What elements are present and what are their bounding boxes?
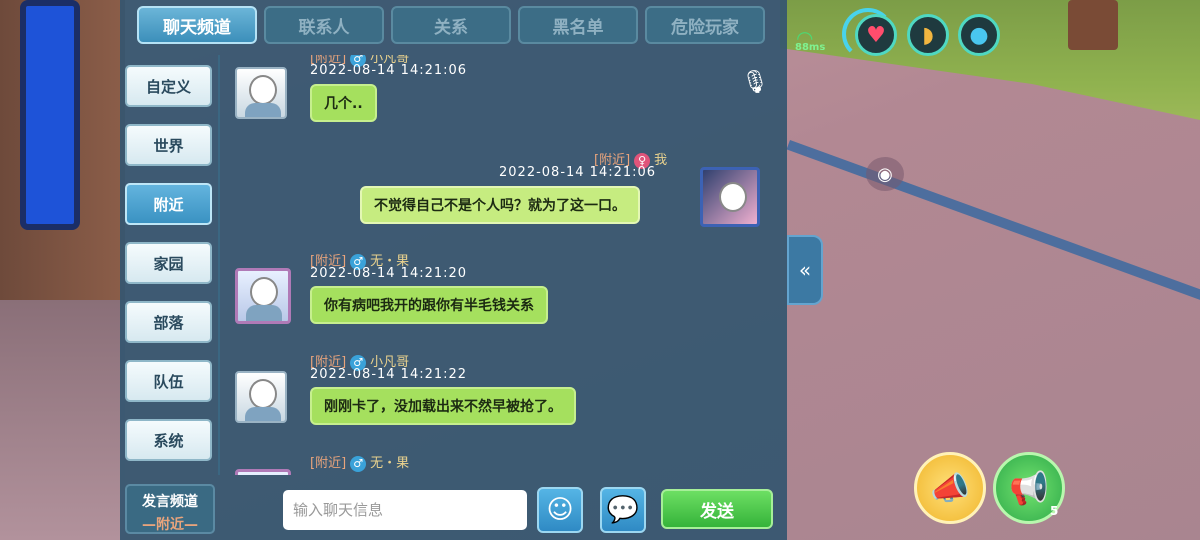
horn-count: 5 — [1050, 504, 1059, 518]
sword-blade — [20, 0, 80, 230]
message-bubble: 你有病吧我开的跟你有半毛钱关系 — [310, 286, 548, 324]
message-bubble: 刚刚卡了，没加载出来不然早被抢了。 — [310, 387, 576, 425]
message-bubble: 几个.. — [310, 84, 377, 122]
sword-statue — [0, 0, 125, 300]
sender-name[interactable]: 我 — [654, 153, 667, 168]
tab-bar: 聊天频道 联系人 关系 黑名单 危险玩家 — [120, 0, 787, 48]
message-time: 2022-08-14 14:21:06 — [499, 165, 657, 180]
chat-input[interactable] — [283, 490, 527, 530]
road-edge — [786, 140, 1200, 355]
tree-trunk — [1068, 0, 1118, 50]
male-icon: ♂ — [350, 455, 367, 472]
heart-icon[interactable]: ♥ — [855, 14, 897, 56]
tab-contacts[interactable]: 联系人 — [264, 6, 384, 44]
tab-chat-channel[interactable]: 聊天频道 — [137, 6, 257, 44]
chat-panel: 聊天频道 联系人 关系 黑名单 危险玩家 自定义 世界 附近 家园 部落 队伍 … — [120, 0, 787, 540]
channel-world[interactable]: 世界 — [125, 124, 212, 166]
collapse-panel-button[interactable]: « — [787, 235, 823, 305]
speak-channel-label: 发言频道 — [142, 494, 198, 510]
avatar[interactable] — [235, 67, 287, 119]
avatar[interactable] — [235, 371, 287, 423]
water-drop-icon[interactable]: ● — [958, 14, 1000, 56]
avatar[interactable] — [235, 268, 291, 324]
message-time: 2022-08-14 14:21:20 — [310, 266, 468, 281]
hunger-icon[interactable]: ◗ — [907, 14, 949, 56]
channel-tag: [附近] — [310, 456, 347, 471]
message-time: 2022-08-14 14:21:22 — [310, 367, 468, 382]
speech-bubble-icon[interactable]: 💬 — [600, 487, 646, 533]
megaphone-icon[interactable]: 📣 — [914, 452, 986, 524]
channel-system[interactable]: 系统 — [125, 419, 212, 461]
tab-dangerous-players[interactable]: 危险玩家 — [645, 6, 765, 44]
channel-tribe[interactable]: 部落 — [125, 301, 212, 343]
channel-custom[interactable]: 自定义 — [125, 65, 212, 107]
my-avatar[interactable] — [700, 167, 760, 227]
speak-channel-value: —附近— — [142, 517, 198, 533]
my-message-bubble: 不觉得自己不是个人吗？就为了这一口。 — [360, 186, 640, 224]
message-time: 2022-08-14 14:21:06 — [310, 63, 468, 78]
tab-relations[interactable]: 关系 — [391, 6, 511, 44]
smiley-icon[interactable]: ☺ — [537, 487, 583, 533]
speak-channel-selector[interactable]: 发言频道 —附近— — [125, 484, 215, 534]
stone-floor — [0, 300, 125, 540]
voice-toggle-icon[interactable]: 🎙 — [738, 70, 772, 104]
channel-team[interactable]: 队伍 — [125, 360, 212, 402]
input-bar: 发言频道 —附近— ☺ 💬 发送 — [120, 478, 787, 540]
channel-sidebar: 自定义 世界 附近 家园 部落 队伍 系统 — [120, 55, 220, 475]
message-list[interactable]: [附近] ♂ 小凡哥 2022-08-14 14:21:06 几个.. [附近] ♀ 我… — [222, 55, 787, 475]
eye-icon[interactable]: ◉ — [866, 157, 904, 191]
ping-text: 88ms — [795, 42, 826, 53]
channel-home[interactable]: 家园 — [125, 242, 212, 284]
channel-nearby[interactable]: 附近 — [125, 183, 212, 225]
send-button[interactable]: 发送 — [661, 489, 773, 529]
avatar[interactable] — [235, 469, 291, 475]
sender-name[interactable]: 无・果 — [370, 456, 409, 471]
message-header: [附近] ♂ 无・果 — [310, 452, 409, 472]
tab-blacklist[interactable]: 黑名单 — [518, 6, 638, 44]
